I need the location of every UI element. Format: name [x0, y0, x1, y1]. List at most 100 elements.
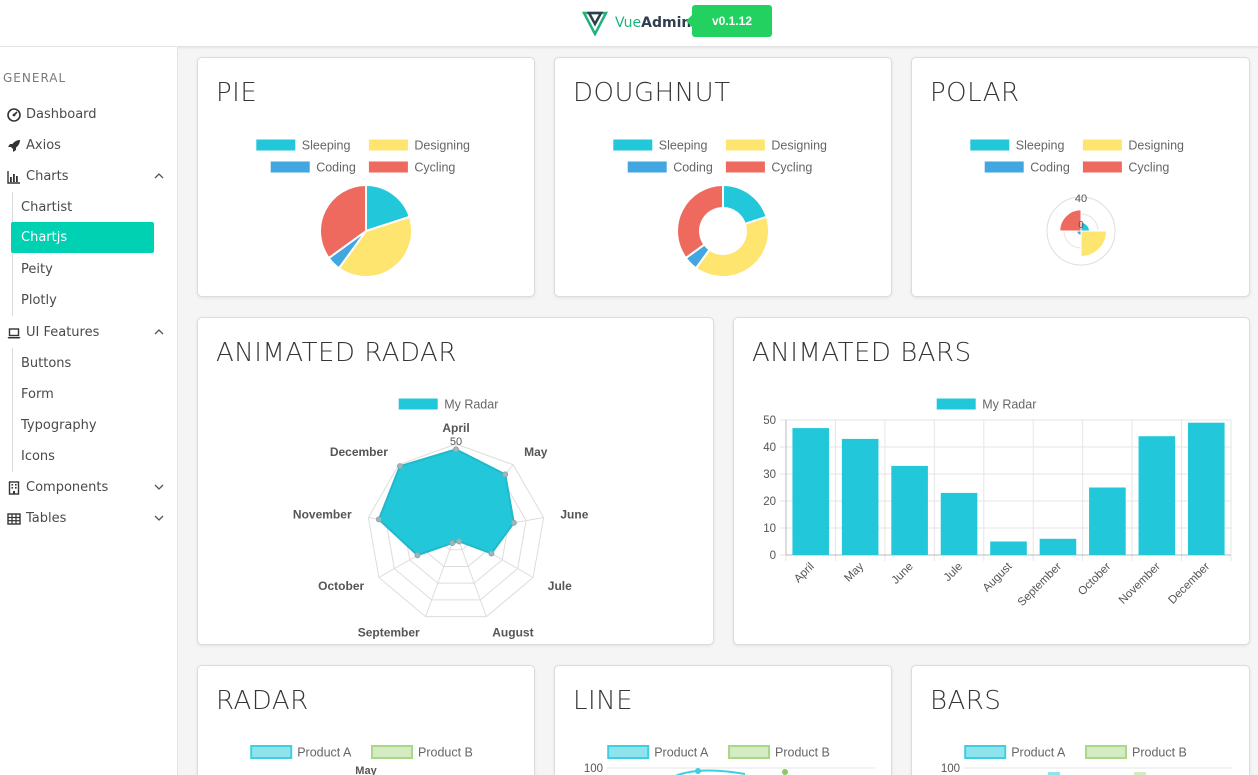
legend-label: Product B: [775, 746, 830, 760]
legend-swatch: [1081, 138, 1123, 152]
radar-point: [456, 538, 463, 545]
sidebar-item-charts[interactable]: Charts: [6, 161, 168, 192]
line-card: LINE Product A Product B 100: [554, 665, 892, 775]
sidebar: GENERAL Dashboard Axios Charts Chartist …: [0, 47, 178, 775]
legend-swatch: [250, 745, 293, 759]
bar-september: [1039, 538, 1077, 555]
animated-radar-chart[interactable]: My Radar April May June Jule August September O…: [198, 318, 714, 645]
animated-bars-card: ANIMATED BARS My Radar 0 10 20 30 40 50 April Ma…: [733, 317, 1250, 645]
top-navbar: VueAdmin v0.1.12: [0, 0, 1258, 47]
legend-swatch: [969, 138, 1011, 152]
sidebar-subitem-form[interactable]: Form: [11, 379, 154, 410]
brand-name: VueAdmin: [615, 15, 691, 31]
dashboard-icon: [6, 107, 22, 123]
legend-label: Sleeping: [1016, 139, 1065, 153]
sidebar-subitem-plotly[interactable]: Plotly: [11, 285, 154, 316]
legend-swatch: [612, 138, 654, 152]
pie-chart-card: PIE Sleeping Designing Coding Cycling: [197, 57, 535, 297]
chevron-down-icon: [154, 484, 164, 490]
chevron-up-icon: [154, 173, 164, 179]
brand-logo-link[interactable]: VueAdmin: [582, 9, 691, 37]
radar-point: [510, 519, 517, 526]
legend-label: Coding: [316, 161, 356, 175]
bars-chart[interactable]: Product A Product B 100: [912, 666, 1250, 775]
radar-chart[interactable]: Product A Product B May: [198, 666, 535, 775]
legend-swatch: [1081, 160, 1123, 174]
y-tick-label: 40: [763, 442, 776, 454]
radar-axis-label: September: [358, 626, 420, 640]
radar-point: [396, 463, 403, 470]
sidebar-subitem-peity[interactable]: Peity: [11, 254, 154, 285]
sidebar-item-ui-features[interactable]: UI Features: [6, 317, 168, 348]
radar-axis-label: April: [442, 421, 469, 435]
x-tick-label: Jule: [942, 561, 965, 584]
radar-axis-label: May: [524, 445, 548, 459]
legend-label: Product A: [1011, 746, 1066, 760]
legend-swatch: [964, 745, 1007, 759]
sidebar-item-label: Charts: [26, 169, 69, 184]
legend-swatch: [1085, 745, 1127, 759]
y-tick-label: 30: [763, 469, 776, 481]
legend-label: Designing: [771, 139, 827, 153]
x-tick-label: June: [890, 561, 916, 587]
sidebar-item-components[interactable]: Components: [6, 472, 168, 503]
sidebar-item-label: Components: [26, 480, 109, 495]
sidebar-subitem-icons[interactable]: Icons: [11, 441, 154, 472]
legend-label: Coding: [673, 161, 713, 175]
radar-tick-label: 50: [450, 436, 462, 448]
sidebar-item-tables[interactable]: Tables: [6, 503, 168, 534]
x-tick-label: May: [842, 560, 866, 584]
legend-label: Cycling: [1128, 161, 1169, 175]
legend-label: Designing: [414, 139, 470, 153]
polar-chart[interactable]: Sleeping Designing Coding Cycling 40 0: [912, 58, 1250, 297]
x-tick-label: August: [981, 560, 1015, 594]
radar-axis-label: November: [293, 508, 352, 522]
sidebar-item-dashboard[interactable]: Dashboard: [6, 99, 168, 130]
legend-swatch: [724, 138, 766, 152]
sidebar-item-label: UI Features: [26, 325, 100, 340]
legend-label: Sleeping: [659, 139, 708, 153]
pie-slice-cycling: [676, 183, 724, 260]
doughnut-chart[interactable]: Sleeping Designing Coding Cycling: [555, 58, 892, 297]
legend-swatch: [367, 138, 409, 152]
legend-label: My Radar: [982, 398, 1036, 412]
radar-point: [375, 516, 382, 523]
animated-radar-card: ANIMATED RADAR My Radar April May June Jule A…: [197, 317, 714, 645]
legend-label: Product B: [418, 746, 473, 760]
bar-june: [891, 465, 928, 555]
laptop-icon: [6, 325, 22, 341]
legend-swatch: [255, 138, 297, 152]
legend-label: Cycling: [414, 161, 455, 175]
legend-swatch: [728, 745, 770, 759]
bar-august: [990, 541, 1027, 555]
pie-chart[interactable]: Sleeping Designing Coding Cycling: [198, 58, 535, 297]
chevron-down-icon: [154, 515, 164, 521]
sidebar-subitem-typography[interactable]: Typography: [11, 410, 154, 441]
radar-axis-label: December: [330, 445, 388, 459]
y-tick-label: 100: [584, 763, 603, 775]
polar-segment-designing: [1080, 230, 1108, 258]
bar-october: [1089, 487, 1126, 555]
bar-may: [841, 438, 879, 555]
version-badge[interactable]: v0.1.12: [686, 5, 772, 37]
sidebar-subitem-buttons[interactable]: Buttons: [11, 348, 154, 379]
sidebar-item-label: Dashboard: [26, 107, 97, 122]
bar-november: [1138, 436, 1176, 555]
legend-swatch: [626, 160, 668, 174]
y-tick-label: 10: [763, 523, 776, 535]
bar-december: [1187, 422, 1225, 555]
x-tick-label: December: [1166, 561, 1212, 607]
table-icon: [6, 511, 22, 527]
bar-april: [792, 428, 830, 555]
polar-tick-label: 40: [1075, 193, 1087, 205]
y-tick-label: 50: [763, 415, 776, 427]
sidebar-item-label: Axios: [26, 138, 61, 153]
legend-label: My Radar: [444, 398, 498, 412]
animated-bars-chart[interactable]: My Radar 0 10 20 30 40 50 April May June Jule Augus…: [734, 318, 1250, 645]
sidebar-subitem-chartjs[interactable]: Chartjs: [11, 222, 154, 253]
radar-axis-label: August: [492, 626, 533, 640]
doughnut-chart-card: DOUGHNUT Sleeping Designing Coding Cycling: [554, 57, 892, 297]
sidebar-item-axios[interactable]: Axios: [6, 130, 168, 161]
sidebar-subitem-chartist[interactable]: Chartist: [11, 192, 154, 223]
line-chart[interactable]: Product A Product B 100: [555, 666, 892, 775]
